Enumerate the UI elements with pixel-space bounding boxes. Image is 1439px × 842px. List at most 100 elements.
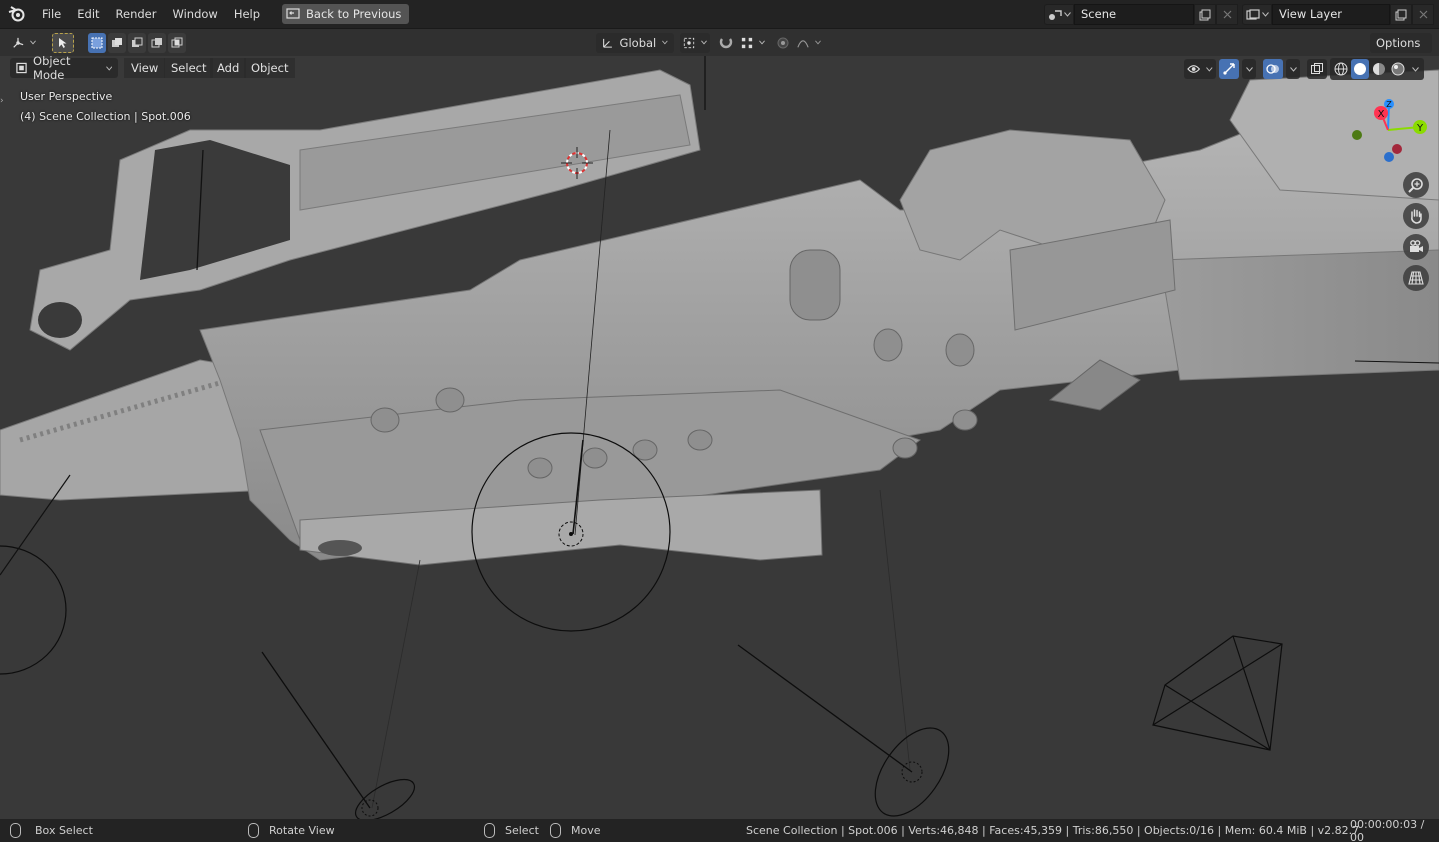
new-scene-button[interactable] bbox=[1194, 4, 1216, 25]
menu-file[interactable]: File bbox=[34, 3, 69, 25]
viewport-menu-add[interactable]: Add bbox=[210, 58, 247, 78]
back-button-label: Back to Previous bbox=[306, 7, 402, 21]
status-move: Move bbox=[550, 823, 601, 838]
pivot-point-dropdown[interactable] bbox=[680, 32, 710, 53]
copy-icon bbox=[1395, 9, 1407, 20]
select-extend-button[interactable] bbox=[108, 32, 126, 53]
back-screen-icon bbox=[286, 8, 300, 19]
top-menu-bar: File Edit Render Window Help Back to Pre… bbox=[0, 0, 1439, 29]
zoom-icon bbox=[1408, 178, 1423, 193]
cursor-arrow-icon bbox=[59, 37, 67, 48]
proportional-falloff-dropdown[interactable] bbox=[794, 32, 824, 53]
menu-edit[interactable]: Edit bbox=[69, 3, 107, 25]
gizmo-toggle-button[interactable] bbox=[1219, 59, 1239, 79]
mouse-drag-icon bbox=[550, 823, 561, 838]
snap-target-dropdown[interactable] bbox=[738, 32, 768, 53]
delete-view-layer-button[interactable] bbox=[1412, 4, 1434, 25]
gizmo-icon bbox=[1223, 63, 1235, 75]
shading-wireframe-button[interactable] bbox=[1332, 59, 1350, 79]
blender-logo-icon[interactable] bbox=[0, 0, 34, 29]
chevron-down-icon bbox=[815, 40, 821, 45]
zoom-button[interactable] bbox=[1403, 172, 1429, 198]
status-box-select: Box Select bbox=[10, 823, 93, 838]
navigation-gizmo[interactable]: Z Y X bbox=[1348, 94, 1428, 170]
new-view-layer-button[interactable] bbox=[1390, 4, 1412, 25]
viewport-menu-object[interactable]: Object bbox=[244, 58, 296, 78]
status-bar: Box Select Rotate View Select Move Scene… bbox=[0, 818, 1439, 842]
object-mode-dropdown[interactable]: Object Mode bbox=[10, 56, 118, 82]
tool-settings-header: Global Options bbox=[0, 29, 1439, 56]
viewport-menu-select[interactable]: Select bbox=[164, 58, 214, 78]
eye-icon bbox=[1187, 65, 1201, 73]
scene-browse-button[interactable] bbox=[1044, 4, 1074, 25]
xray-icon bbox=[1311, 63, 1323, 74]
3d-viewport[interactable]: Object Mode View Select Add Object › Use… bbox=[0, 56, 1439, 819]
shading-solid-button[interactable] bbox=[1351, 59, 1369, 79]
back-to-previous-button[interactable]: Back to Previous bbox=[282, 4, 410, 24]
shading-rendered-button[interactable] bbox=[1389, 59, 1407, 79]
proportional-edit-icon bbox=[777, 37, 789, 48]
scene-name-field[interactable]: Scene bbox=[1074, 4, 1194, 25]
visibility-dropdown[interactable] bbox=[1184, 59, 1216, 79]
camera-icon bbox=[1410, 240, 1423, 252]
wireframe-sphere-icon bbox=[1334, 62, 1348, 76]
options-label: Options bbox=[1376, 35, 1421, 50]
chevron-down-icon bbox=[1289, 66, 1297, 72]
status-select-label: Select bbox=[505, 824, 539, 837]
select-intersect-icon bbox=[171, 37, 183, 47]
select-invert-button[interactable] bbox=[148, 32, 166, 53]
camera-view-button[interactable] bbox=[1403, 234, 1429, 260]
overlays-toggle-button[interactable] bbox=[1263, 59, 1283, 79]
status-move-label: Move bbox=[571, 824, 601, 837]
magnet-icon bbox=[719, 37, 733, 48]
gizmo-neg-x-axis[interactable] bbox=[1392, 144, 1402, 154]
3d-viewport-icon bbox=[13, 37, 24, 48]
chevron-down-icon bbox=[1411, 66, 1419, 72]
status-scene-stats: Scene Collection | Spot.006 | Verts:46,8… bbox=[746, 824, 1360, 837]
chevron-down-icon bbox=[1245, 66, 1253, 72]
overlays-dropdown[interactable] bbox=[1286, 59, 1300, 79]
snap-toggle-button[interactable] bbox=[716, 32, 736, 53]
menu-render[interactable]: Render bbox=[108, 3, 165, 25]
view-layer-browse-button[interactable] bbox=[1242, 4, 1272, 25]
menu-help[interactable]: Help bbox=[226, 3, 268, 25]
select-new-button[interactable] bbox=[88, 32, 106, 53]
active-tool-button[interactable] bbox=[52, 32, 74, 53]
xray-toggle-button[interactable] bbox=[1307, 59, 1327, 79]
pan-button[interactable] bbox=[1403, 203, 1429, 229]
gizmo-neg-z-axis[interactable] bbox=[1384, 152, 1394, 162]
viewport-header: Object Mode View Select Add Object bbox=[0, 56, 1439, 82]
shading-dropdown[interactable] bbox=[1408, 59, 1422, 79]
perspective-label: User Perspective bbox=[20, 90, 113, 103]
mouse-left-icon bbox=[10, 823, 21, 838]
select-invert-icon bbox=[151, 37, 162, 47]
status-rotate-view-label: Rotate View bbox=[269, 824, 335, 837]
editor-type-dropdown[interactable] bbox=[8, 32, 40, 53]
delete-scene-button[interactable] bbox=[1216, 4, 1238, 25]
toolbar-expand-arrow[interactable]: › bbox=[0, 96, 8, 110]
viewport-menu-view[interactable]: View bbox=[124, 58, 166, 78]
status-rotate-view: Rotate View bbox=[248, 823, 335, 838]
chevron-down-icon bbox=[30, 40, 36, 45]
menu-window[interactable]: Window bbox=[164, 3, 225, 25]
hand-pan-icon bbox=[1411, 209, 1422, 224]
gizmo-z-label: Z bbox=[1386, 100, 1392, 109]
select-subtract-button[interactable] bbox=[128, 32, 146, 53]
chevron-down-icon bbox=[662, 40, 668, 45]
pivot-point-icon bbox=[683, 37, 695, 48]
proportional-edit-button[interactable] bbox=[774, 32, 792, 53]
transform-orientation-dropdown[interactable]: Global bbox=[596, 32, 674, 53]
options-dropdown[interactable]: Options bbox=[1370, 32, 1432, 53]
mouse-right-icon bbox=[484, 823, 495, 838]
close-icon bbox=[1223, 10, 1231, 19]
gizmo-dropdown[interactable] bbox=[1242, 59, 1256, 79]
ortho-toggle-button[interactable] bbox=[1403, 265, 1429, 291]
chevron-down-icon bbox=[759, 40, 765, 45]
selection-mode-group bbox=[88, 32, 186, 53]
view-layer-icon bbox=[1245, 8, 1260, 20]
view-layer-name-field[interactable]: View Layer bbox=[1272, 4, 1390, 25]
falloff-curve-icon bbox=[797, 39, 809, 47]
select-intersect-button[interactable] bbox=[168, 32, 186, 53]
gizmo-neg-y-axis[interactable] bbox=[1352, 130, 1362, 140]
shading-material-button[interactable] bbox=[1370, 59, 1388, 79]
